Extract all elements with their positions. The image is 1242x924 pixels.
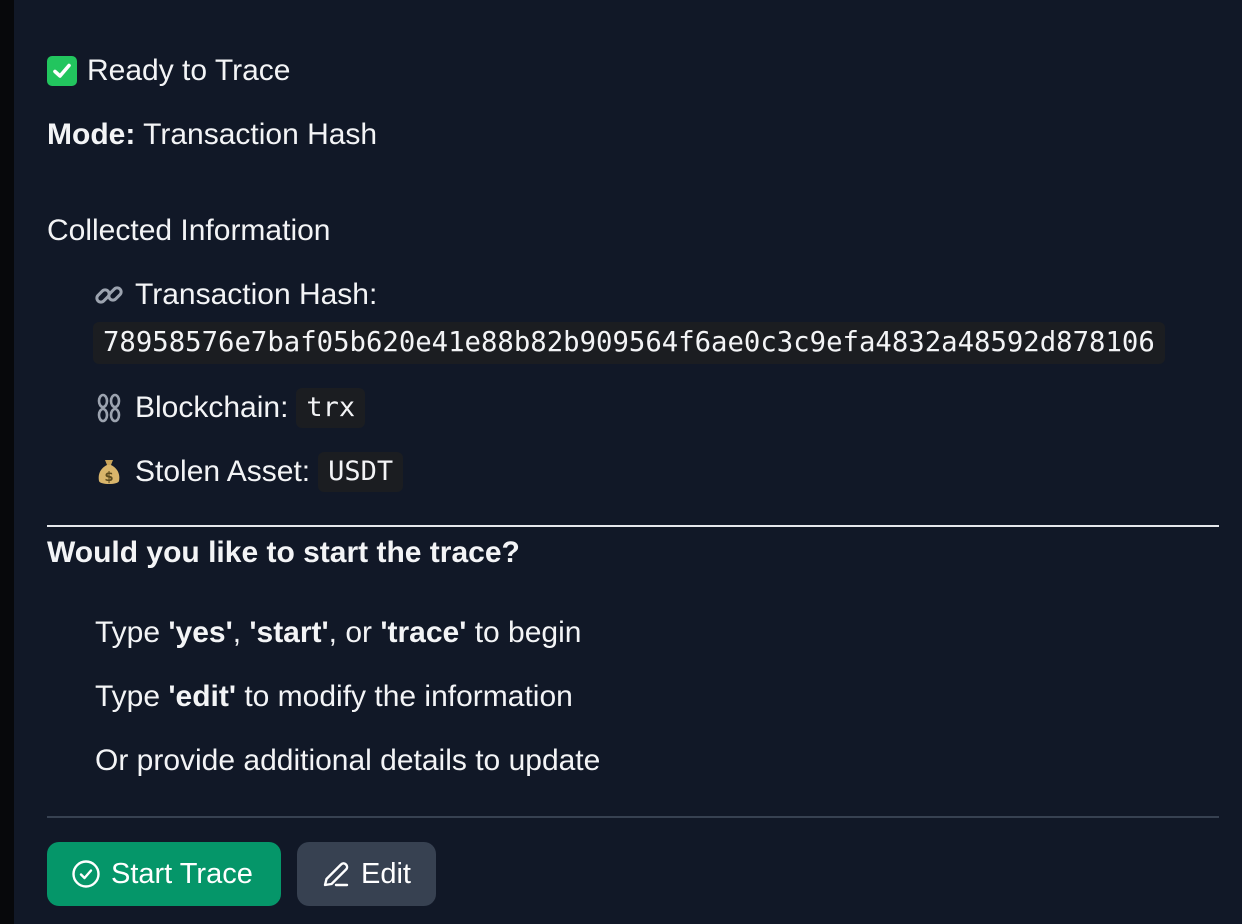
chains-icon <box>93 392 125 424</box>
pencil-icon <box>323 862 349 887</box>
collected-info-title: Collected Information <box>47 214 331 247</box>
info-label-transaction-hash: Transaction Hash: <box>135 278 378 311</box>
mode-label: Mode: <box>47 118 136 151</box>
trace-message-panel: Ready to Trace Mode: Transaction Hash Co… <box>14 0 1242 924</box>
keyword-yes: 'yes' <box>168 616 233 649</box>
keyword-start: 'start' <box>249 616 329 649</box>
keyword-edit: 'edit' <box>168 680 236 713</box>
status-text: Ready to Trace <box>87 54 291 87</box>
edit-button[interactable]: Edit <box>297 842 436 906</box>
trace-question: Would you like to start the trace? <box>47 536 520 569</box>
stolen-asset-value: USDT <box>318 452 404 492</box>
info-item-stolen-asset: $ Stolen Asset: USDT <box>93 452 404 492</box>
start-trace-label: Start Trace <box>111 857 253 890</box>
start-trace-button[interactable]: Start Trace <box>47 842 281 906</box>
check-circle-icon <box>72 860 100 888</box>
mode-line: Mode: Transaction Hash <box>47 116 377 154</box>
instruction-begin: Type 'yes', 'start', or 'trace' to begin <box>95 616 582 649</box>
transaction-hash-value: 78958576e7baf05b620e41e88b82b909564f6ae0… <box>93 322 1165 364</box>
mode-value: Transaction Hash <box>143 118 378 151</box>
info-item-transaction-hash: Transaction Hash: <box>93 276 377 314</box>
edit-label: Edit <box>361 857 411 890</box>
info-label-stolen-asset: Stolen Asset: <box>135 455 311 488</box>
blockchain-value: trx <box>296 388 366 428</box>
divider <box>47 525 1219 527</box>
check-mark-button-icon <box>47 56 77 86</box>
info-label-blockchain: Blockchain: <box>135 391 289 424</box>
svg-text:$: $ <box>104 470 113 485</box>
money-bag-icon: $ <box>93 456 125 488</box>
info-item-blockchain: Blockchain: trx <box>93 388 366 428</box>
instruction-update: Or provide additional details to update <box>95 744 601 777</box>
link-icon <box>93 279 125 311</box>
actions-divider <box>47 816 1219 818</box>
keyword-trace: 'trace' <box>380 616 467 649</box>
status-line: Ready to Trace <box>47 52 290 90</box>
left-border <box>0 0 14 924</box>
instruction-edit: Type 'edit' to modify the information <box>95 680 573 713</box>
